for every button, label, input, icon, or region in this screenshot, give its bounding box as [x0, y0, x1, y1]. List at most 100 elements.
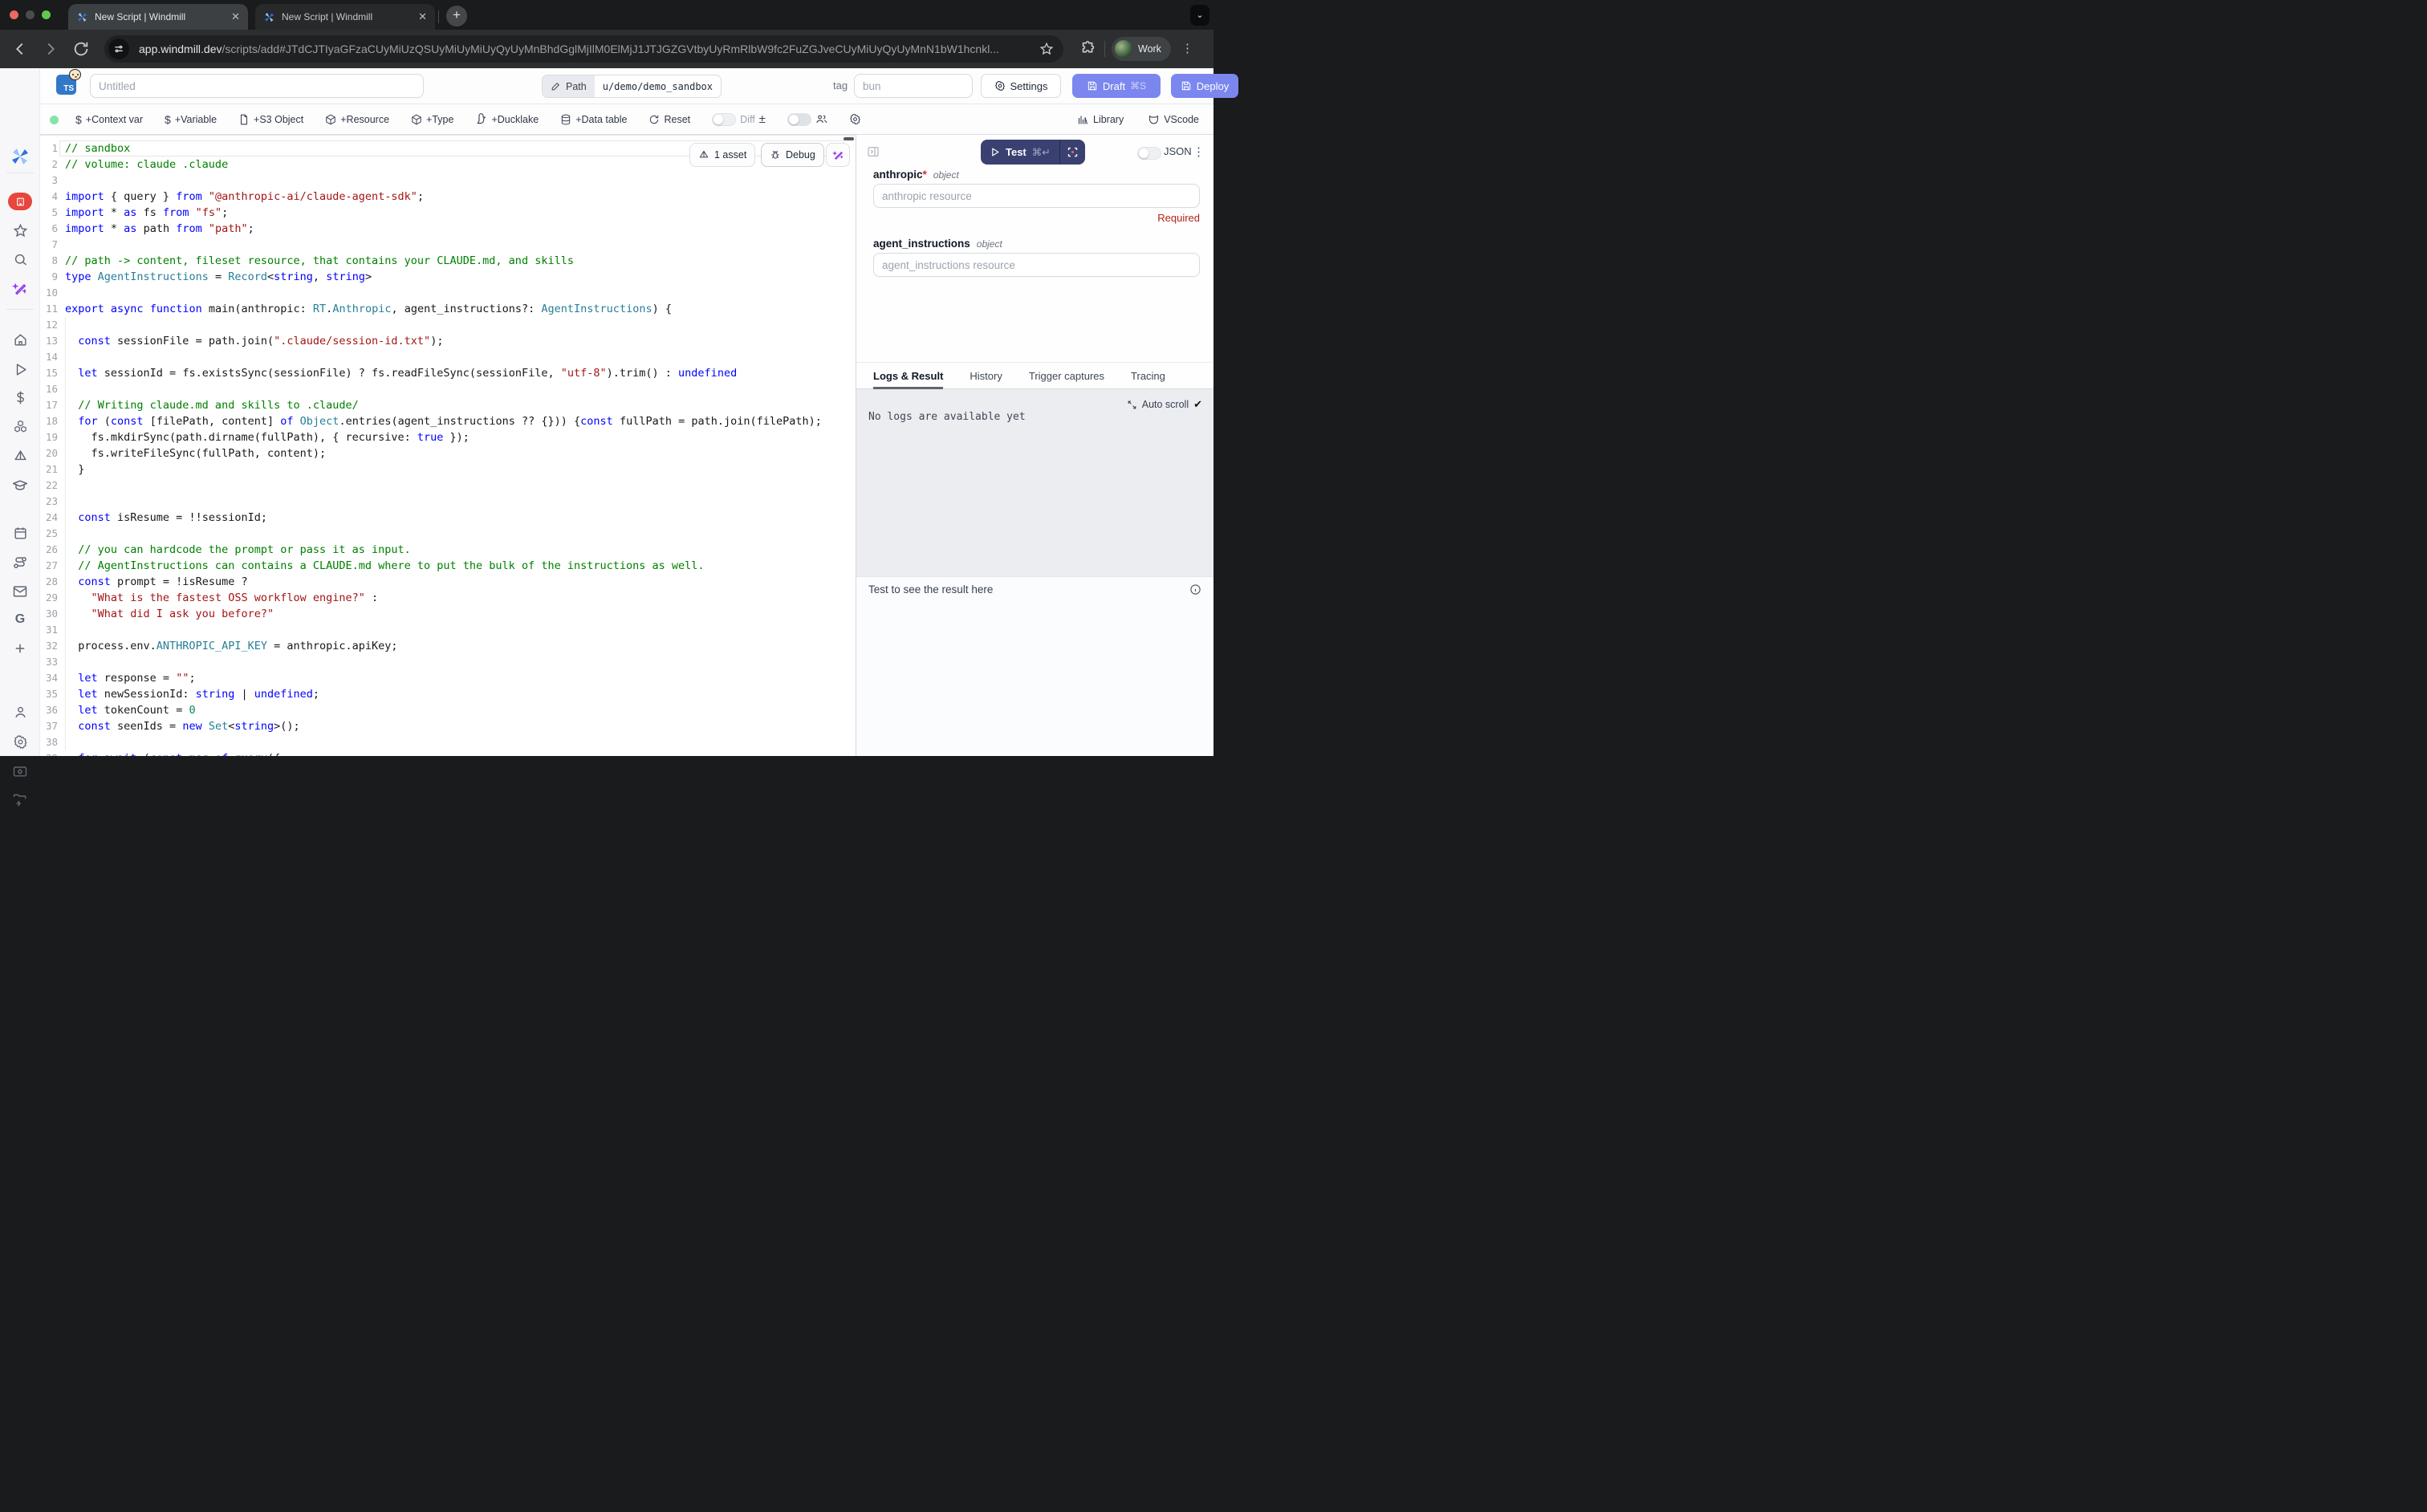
- code-line[interactable]: 17 // Writing claude.md and skills to .c…: [40, 397, 856, 413]
- browser-tab-inactive[interactable]: New Script | Windmill ✕: [255, 4, 435, 30]
- resources-cubes-icon[interactable]: [0, 419, 40, 434]
- code-line[interactable]: 36 let tokenCount = 0: [40, 702, 856, 718]
- add-variable-button[interactable]: $ +Variable: [165, 114, 217, 125]
- code-line[interactable]: 6import * as path from "path";: [40, 221, 856, 237]
- code-line[interactable]: 38: [40, 734, 856, 750]
- diff-toggle-group[interactable]: Diff ±: [712, 113, 766, 126]
- assets-button[interactable]: 1 asset: [689, 143, 755, 167]
- code-line[interactable]: 31: [40, 622, 856, 638]
- code-line[interactable]: 20 fs.writeFileSync(fullPath, content);: [40, 445, 856, 461]
- favorites-star-icon[interactable]: [0, 223, 40, 238]
- search-icon[interactable]: [0, 252, 40, 267]
- instance-settings-icon[interactable]: [0, 763, 40, 779]
- tab-search-chevron-button[interactable]: ⌄: [1190, 5, 1209, 26]
- google-icon[interactable]: G: [0, 612, 40, 627]
- address-bar[interactable]: app.windmill.dev/scripts/add#JTdCJTIyaGF…: [104, 35, 1063, 63]
- add-s3-object-button[interactable]: +S3 Object: [238, 114, 303, 125]
- code-line[interactable]: 30 "What did I ask you before?": [40, 606, 856, 622]
- code-line[interactable]: 23: [40, 494, 856, 510]
- code-line[interactable]: 24 const isResume = !!sessionId;: [40, 510, 856, 526]
- diff-toggle[interactable]: [712, 113, 736, 126]
- account-user-icon[interactable]: [0, 705, 40, 720]
- json-toggle[interactable]: [1137, 147, 1161, 160]
- code-line[interactable]: 5import * as fs from "fs";: [40, 205, 856, 221]
- auto-scroll-control[interactable]: Auto scroll ✔: [1127, 398, 1202, 411]
- code-line[interactable]: 33: [40, 654, 856, 670]
- close-window-button[interactable]: [10, 10, 18, 19]
- panel-collapse-icon[interactable]: [867, 145, 880, 158]
- browser-profile-chip[interactable]: Work: [1112, 37, 1171, 61]
- library-button[interactable]: Library: [1077, 114, 1124, 126]
- new-tab-button[interactable]: +: [446, 6, 467, 26]
- deploy-button[interactable]: Deploy: [1171, 74, 1238, 98]
- code-line[interactable]: 16: [40, 381, 856, 397]
- draft-button[interactable]: Draft ⌘S: [1072, 74, 1161, 98]
- code-line[interactable]: 32 process.env.ANTHROPIC_API_KEY = anthr…: [40, 638, 856, 654]
- test-scan-segment[interactable]: [1060, 140, 1085, 165]
- ai-wand-button[interactable]: [826, 143, 850, 167]
- code-line[interactable]: 8// path -> content, fileset resource, t…: [40, 253, 856, 269]
- add-context-var-button[interactable]: $ +Context var: [75, 114, 143, 125]
- code-line[interactable]: 4import { query } from "@anthropic-ai/cl…: [40, 189, 856, 205]
- vscode-button[interactable]: VScode: [1148, 114, 1199, 126]
- code-line[interactable]: 13 const sessionFile = path.join(".claud…: [40, 333, 856, 349]
- multiplayer-toggle[interactable]: [787, 113, 811, 126]
- forward-icon[interactable]: [42, 40, 59, 58]
- debug-button[interactable]: Debug: [761, 143, 824, 167]
- code-line[interactable]: 28 const prompt = !isResume ?: [40, 574, 856, 590]
- settings-button[interactable]: Settings: [981, 74, 1061, 98]
- test-button[interactable]: Test ⌘↵: [981, 140, 1085, 165]
- triggers-route-icon[interactable]: [0, 555, 40, 571]
- variables-dollar-icon[interactable]: [0, 390, 40, 405]
- add-type-button[interactable]: +Type: [411, 114, 453, 125]
- collapse-sidebar-icon[interactable]: [0, 792, 40, 808]
- info-icon[interactable]: [1189, 583, 1201, 595]
- extensions-icon[interactable]: [1079, 40, 1097, 58]
- code-line[interactable]: 14: [40, 349, 856, 365]
- minimize-window-button[interactable]: [26, 10, 35, 19]
- code-line[interactable]: 34 let response = "";: [40, 670, 856, 686]
- code-line[interactable]: 39 for await (const msg of query({: [40, 750, 856, 756]
- code-line[interactable]: 26 // you can hardcode the prompt or pas…: [40, 542, 856, 558]
- code-line[interactable]: 27 // AgentInstructions can contains a C…: [40, 558, 856, 574]
- windmill-logo-icon[interactable]: [0, 147, 40, 166]
- panel-menu-kebab-icon[interactable]: ⋮: [1193, 144, 1205, 159]
- reload-icon[interactable]: [72, 40, 90, 58]
- code-line[interactable]: 25: [40, 526, 856, 542]
- code-line[interactable]: 29 "What is the fastest OSS workflow eng…: [40, 590, 856, 606]
- code-line[interactable]: 19 fs.mkdirSync(path.dirname(fullPath), …: [40, 429, 856, 445]
- home-icon[interactable]: [0, 332, 40, 348]
- assets-prism-icon[interactable]: [0, 449, 40, 464]
- learn-graduation-cap-icon[interactable]: [0, 478, 40, 494]
- browser-menu-kebab-icon[interactable]: ⋮: [1181, 41, 1193, 55]
- bookmark-star-icon[interactable]: [1039, 42, 1054, 56]
- code-line[interactable]: 35 let newSessionId: string | undefined;: [40, 686, 856, 702]
- code-editor[interactable]: 1// sandbox2// volume: claude .claude34i…: [40, 135, 856, 756]
- agent-instructions-resource-input[interactable]: [873, 253, 1200, 277]
- workspace-badge-icon[interactable]: [8, 193, 32, 210]
- add-resource-button[interactable]: +Resource: [325, 114, 389, 125]
- script-name-input[interactable]: [90, 74, 424, 98]
- code-line[interactable]: 7: [40, 237, 856, 253]
- code-line[interactable]: 21 }: [40, 461, 856, 478]
- ai-magic-wand-icon[interactable]: [0, 281, 40, 297]
- tab-logs-result[interactable]: Logs & Result: [873, 362, 943, 389]
- editor-settings-button[interactable]: [849, 113, 861, 125]
- code-line[interactable]: 18 for (const [filePath, content] of Obj…: [40, 413, 856, 429]
- tab-history[interactable]: History: [970, 362, 1002, 389]
- tag-input[interactable]: [854, 74, 973, 98]
- close-icon[interactable]: ✕: [418, 10, 427, 23]
- code-line[interactable]: 15 let sessionId = fs.existsSync(session…: [40, 365, 856, 381]
- add-plus-icon[interactable]: [0, 641, 40, 656]
- tab-tracing[interactable]: Tracing: [1131, 362, 1165, 389]
- zoom-window-button[interactable]: [42, 10, 51, 19]
- settings-gear-icon[interactable]: [0, 734, 40, 750]
- anthropic-resource-input[interactable]: [873, 184, 1200, 208]
- editor-scrollbar-thumb[interactable]: [844, 137, 854, 140]
- add-ducklake-button[interactable]: +Ducklake: [475, 113, 539, 125]
- code-line[interactable]: 11export async function main(anthropic: …: [40, 301, 856, 317]
- back-icon[interactable]: [11, 40, 29, 58]
- schedules-calendar-icon[interactable]: [0, 526, 40, 541]
- multiplayer-toggle-group[interactable]: [787, 113, 827, 126]
- close-icon[interactable]: ✕: [231, 10, 240, 23]
